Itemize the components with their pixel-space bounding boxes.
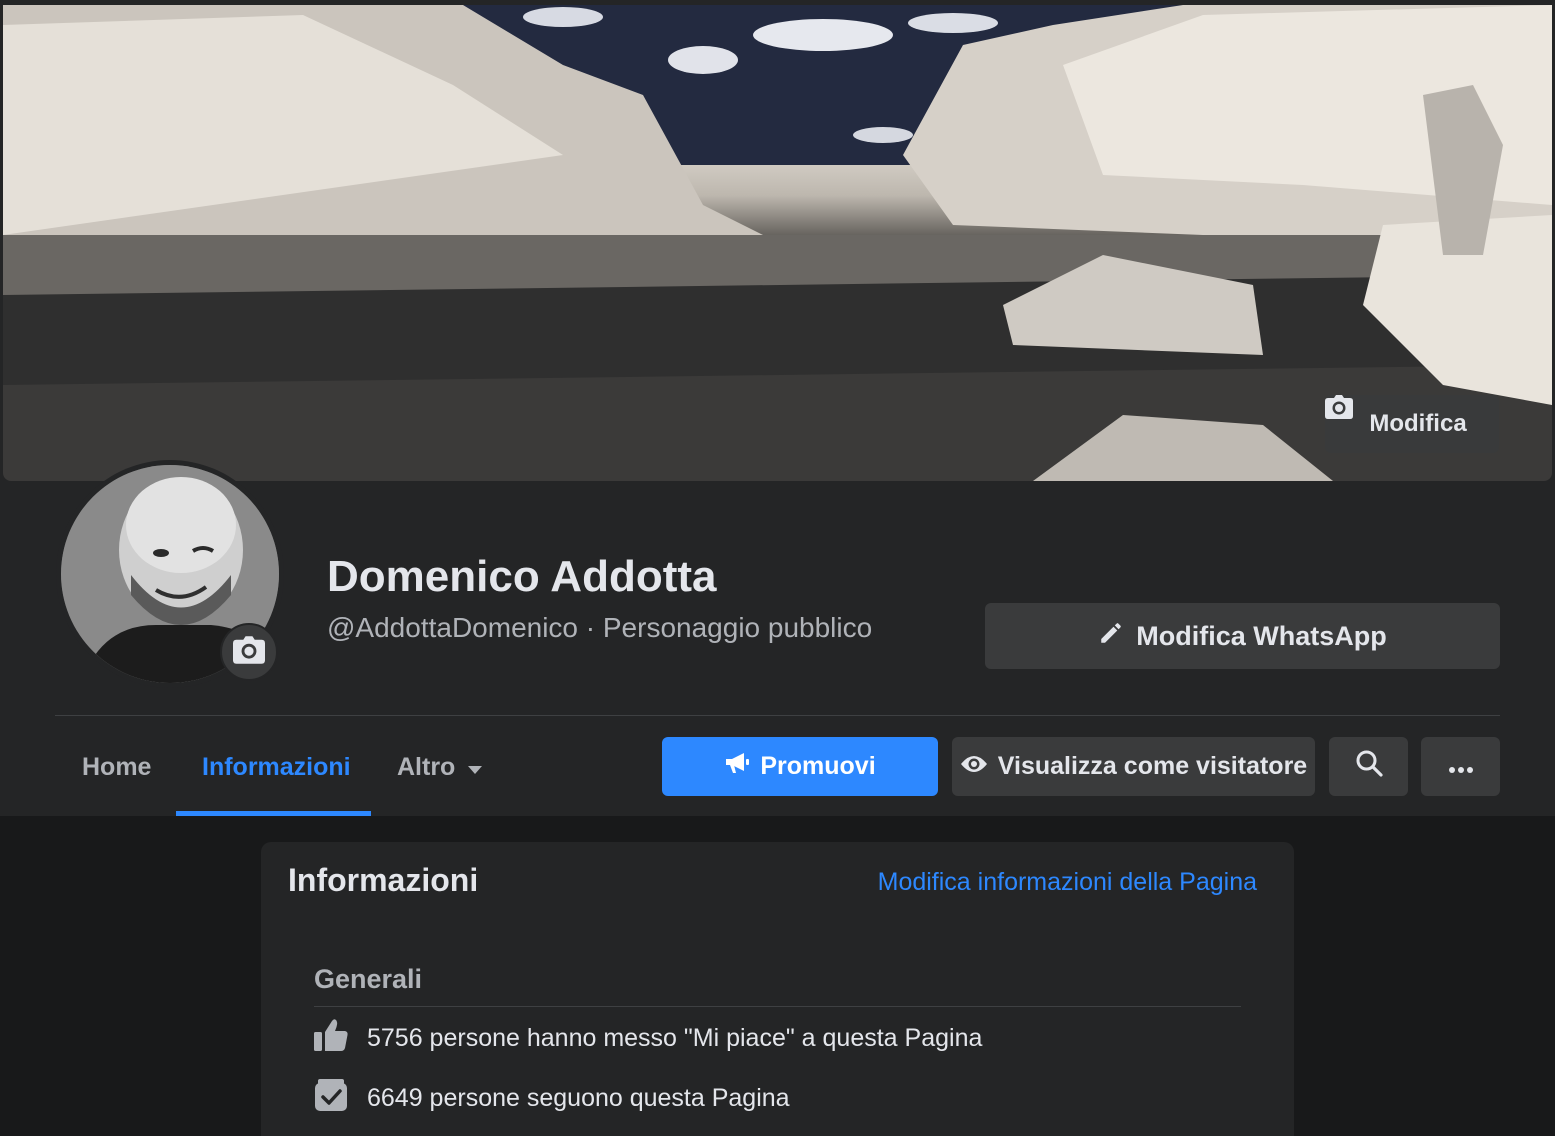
tab-label: Home (82, 752, 152, 781)
edit-page-info-link[interactable]: Modifica informazioni della Pagina (878, 868, 1257, 897)
megaphone-icon (724, 751, 750, 782)
edit-whatsapp-button[interactable]: Modifica WhatsApp (985, 603, 1500, 669)
cover-photo: Modifica (3, 5, 1552, 481)
header-divider (55, 715, 1500, 716)
promote-label: Promuovi (760, 752, 876, 780)
active-tab-indicator (176, 811, 371, 816)
cover-landscape-image (3, 5, 1552, 481)
tab-label: Altro (397, 752, 456, 781)
tab-label: Informazioni (202, 752, 351, 781)
search-button[interactable] (1329, 737, 1408, 796)
edit-cover-label: Modifica (1369, 410, 1467, 437)
view-as-visitor-button[interactable]: Visualizza come visitatore (952, 737, 1315, 796)
tab-informazioni[interactable]: Informazioni (202, 737, 351, 797)
section-divider (314, 1006, 1241, 1007)
caret-down-icon (467, 753, 483, 782)
pencil-icon (1098, 620, 1124, 653)
about-card: Informazioni Modifica informazioni della… (261, 842, 1294, 1136)
thumbs-up-icon (313, 1018, 349, 1059)
eye-icon (960, 752, 988, 781)
follow-check-icon (313, 1078, 349, 1119)
more-dots-icon (1448, 752, 1474, 781)
page-title: Domenico Addotta (327, 552, 717, 601)
followers-row: 6649 persone seguono questa Pagina (313, 1078, 790, 1118)
search-icon (1355, 749, 1383, 784)
likes-text: 5756 persone hanno messo "Mi piace" a qu… (367, 1023, 983, 1052)
followers-text: 6649 persone seguono questa Pagina (367, 1083, 790, 1112)
camera-icon (233, 635, 265, 669)
view-as-visitor-label: Visualizza come visitatore (997, 752, 1308, 780)
tab-home[interactable]: Home (82, 737, 151, 797)
edit-avatar-button[interactable] (220, 623, 278, 681)
tab-altro[interactable]: Altro (397, 737, 483, 797)
edit-cover-button[interactable]: Modifica (1325, 395, 1499, 453)
likes-row: 5756 persone hanno messo "Mi piace" a qu… (313, 1018, 982, 1058)
general-section-title: Generali (314, 964, 423, 994)
about-title: Informazioni (288, 862, 479, 898)
page-subtitle: @AddottaDomenico · Personaggio pubblico (327, 612, 873, 643)
promote-button[interactable]: Promuovi (662, 737, 938, 796)
more-options-button[interactable] (1421, 737, 1500, 796)
edit-whatsapp-label: Modifica WhatsApp (1136, 620, 1387, 651)
